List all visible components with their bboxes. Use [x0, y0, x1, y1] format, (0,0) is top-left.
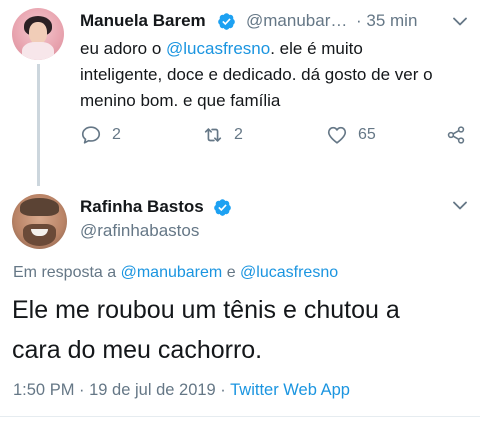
tweet-body-line-2: inteligente, doce e dedicado. dá gosto d… [80, 65, 433, 84]
share-icon [447, 126, 465, 144]
author-handle[interactable]: @manubar… [246, 11, 347, 31]
mention-link[interactable]: @manubarem [121, 264, 223, 281]
tweet-body-line-3: menino bom. e que família [80, 91, 281, 110]
verified-badge-icon [218, 13, 235, 30]
like-button[interactable]: 65 [326, 124, 376, 146]
author-handle[interactable]: @rafinhabastos [80, 221, 199, 241]
tweet-text-segment: . ele é muito [270, 39, 363, 58]
avatar-body [22, 42, 54, 60]
author-name[interactable]: Manuela Barem [80, 11, 206, 31]
reply-conjunction: e [226, 264, 236, 281]
tweet-time[interactable]: · 35 min [356, 11, 417, 31]
tweet-metadata: 1:50 PM · 19 de jul de 2019 · Twitter We… [13, 381, 350, 400]
tweet-text-segment: eu adoro o [80, 39, 167, 58]
avatar[interactable] [12, 8, 64, 60]
reply-count: 2 [112, 126, 121, 143]
chevron-down-icon[interactable] [453, 17, 467, 26]
tweet-timestamp[interactable]: 1:50 PM · 19 de jul de 2019 · [13, 381, 226, 399]
tweet-body: eu adoro o @lucasfresno. ele é muito int… [80, 36, 472, 114]
share-button[interactable] [445, 124, 467, 146]
retweet-button[interactable]: 2 [202, 124, 243, 146]
tweet-body-line-1: Ele me roubou um tênis e chutou a [12, 296, 400, 324]
thread-connector-line [37, 64, 40, 186]
retweet-icon [204, 128, 222, 142]
tweet-body: Ele me roubou um tênis e chutou a cara d… [12, 290, 400, 370]
tweet-body-line-1: eu adoro o @lucasfresno. ele é muito [80, 36, 472, 62]
avatar-hair [20, 198, 59, 216]
mention-link[interactable]: @lucasfresno [166, 39, 270, 58]
divider [0, 416, 480, 417]
retweet-count: 2 [234, 126, 243, 143]
avatar-face [29, 22, 47, 44]
reply-button[interactable]: 2 [80, 124, 121, 146]
like-count: 65 [358, 126, 376, 143]
author-name[interactable]: Rafinha Bastos [80, 197, 204, 217]
mention-link[interactable]: @lucasfresno [240, 264, 338, 281]
avatar[interactable] [12, 194, 67, 249]
reply-icon [81, 126, 101, 144]
heart-icon [327, 126, 347, 144]
reply-prefix: Em resposta a [13, 264, 117, 281]
reply-context: Em resposta a @manubarem e @lucasfresno [13, 264, 338, 282]
source-app-link[interactable]: Twitter Web App [230, 381, 350, 399]
tweet-body-line-2: cara do meu cachorro. [12, 336, 263, 364]
chevron-down-icon[interactable] [453, 201, 467, 210]
verified-badge-icon [214, 199, 231, 216]
